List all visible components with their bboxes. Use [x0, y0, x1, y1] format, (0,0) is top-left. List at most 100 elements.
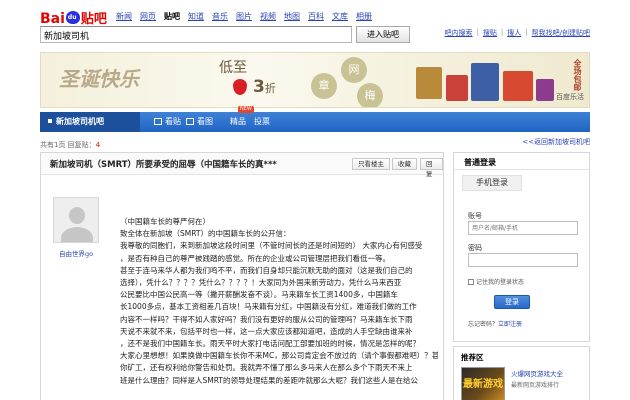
separator: |: [525, 28, 528, 36]
search-options: 吧内搜索 | 搜贴 | 搜人 | 帮我找吧/创建贴吧: [445, 28, 590, 38]
sale-bag-icon: [503, 71, 533, 101]
register-link[interactable]: 立即注册: [498, 321, 522, 328]
logo-tieba-text: 贴吧: [80, 12, 107, 27]
enter-tieba-button[interactable]: 进入贴吧: [356, 26, 410, 43]
post-line: ，是否有种自己的尊严被践踏的感觉。所在的企业或公司管理层把我们看低一等。: [120, 253, 390, 263]
remember-checkbox[interactable]: [468, 279, 474, 285]
post-author: 自由世界go: [51, 197, 101, 258]
post-line: 致全体在新加坡（SMRT）的中国籍车长的公开信：: [120, 229, 291, 239]
post-line: ，还不是我们中国籍车长。雨天平时大家打电话问配工部要加班的时候，情况是怎样的呢？: [120, 339, 420, 349]
banner-circle-badge: 梅: [357, 83, 383, 107]
topnav-item-tieba[interactable]: 贴吧: [164, 11, 180, 22]
tab-vote[interactable]: 投票: [254, 112, 270, 132]
login-button[interactable]: 登录: [494, 295, 530, 309]
banner-circle-badge: 网: [341, 57, 367, 83]
topnav-item-album[interactable]: 相册: [356, 11, 372, 22]
banner-brand: 百度乐活: [556, 93, 584, 101]
forgot-password-link[interactable]: 忘记密码？: [468, 321, 498, 328]
post-line: 公民要比中国公民高一等（撇开薪酬发奋不谈）。马来籍车长工资1400多，中国籍车: [120, 290, 398, 300]
topnav-item-zhidao[interactable]: 知道: [188, 11, 204, 22]
banner-price: 3折: [253, 77, 276, 97]
forum-title-link[interactable]: 新加坡司机吧: [40, 112, 140, 132]
post-line: 班是什么理由？同样是人SMRT的领导处理结果的差距咋就那么大呢？我们这些人是在给…: [120, 375, 418, 385]
tab-common-login[interactable]: 普通登录: [464, 157, 496, 168]
post-line: （中国籍车长的尊严何在）: [120, 217, 210, 226]
remember-label: 记住我的登录状态: [476, 279, 525, 286]
topnav-item-images[interactable]: 图片: [236, 11, 252, 22]
post-line: 天说不来就不来，包括平时也一样，这一点大家应该都知道吧，造成的人手空缺由谁来补: [120, 326, 413, 336]
search-in-forum-link[interactable]: 吧内搜索: [445, 28, 473, 38]
account-label: 账号: [468, 212, 482, 220]
separator: |: [500, 28, 504, 36]
thread-titlebar: 新加坡司机（SMRT）所要承受的屈辱（中国籍车长的真*** 只看楼主 收藏 回复: [41, 153, 443, 178]
tab-images[interactable]: 看图: [186, 112, 213, 132]
game-subtitle: 最新网页游戏排行: [511, 382, 560, 389]
top-nav: 新闻 网页 贴吧 知道 音乐 图片 视频 地图 百科 文库 相册: [116, 11, 372, 22]
search-input[interactable]: 新加坡司机: [40, 26, 352, 43]
page-info: 共有1页 回复贴：4: [40, 140, 100, 150]
post-line: 长1000多点，基本工资相差几百块！马来籍有分红，中国籍没有分红，难道我们做的工…: [120, 302, 417, 312]
post-line: 选择），凭什么？？？？凭什么？？？？！大家同为外国来新劳动力，凭什么马来西亚: [120, 278, 402, 288]
post-line: 大家心里想想！如果换做中国籍车长你不来MC，那公司肯定会不放过的（请个事假都难吧…: [120, 351, 438, 361]
topnav-item-news[interactable]: 新闻: [116, 11, 132, 22]
strawberry-icon: [233, 79, 247, 95]
separator: |: [476, 28, 479, 36]
page-info-text: 共有1页 回复贴：: [40, 141, 96, 149]
document-icon: [154, 118, 162, 125]
topnav-item-map[interactable]: 地图: [284, 11, 300, 22]
topnav-item-wenku[interactable]: 文库: [332, 11, 348, 22]
image-icon: [186, 118, 194, 125]
gift-box-icon: [536, 79, 554, 101]
avatar[interactable]: [53, 197, 99, 243]
banner-low-price-text: 低至: [219, 60, 247, 76]
tab-phone-login[interactable]: 手机登录: [462, 175, 522, 191]
post-line: 我尊敬的同胞们，来到新加坡这段时间里（不管时间长的还是时间短的） 大家内心有何感…: [120, 241, 423, 251]
create-forum-link[interactable]: 帮我找吧/创建贴吧: [532, 28, 590, 38]
thread-title: 新加坡司机（SMRT）所要承受的屈辱（中国籍车长的真***: [50, 160, 277, 170]
banner-price-unit: 折: [264, 82, 276, 95]
tab-posts-label: 看贴: [165, 117, 181, 126]
search-people-link[interactable]: 搜人: [507, 28, 521, 38]
favorite-button[interactable]: 收藏: [392, 158, 417, 170]
banner-script-text: 圣诞快乐: [59, 67, 139, 91]
gift-box-icon: [416, 67, 442, 99]
thread-post: 新加坡司机（SMRT）所要承受的屈辱（中国籍车长的真*** 只看楼主 收藏 回复…: [40, 152, 444, 400]
password-field[interactable]: [468, 253, 578, 267]
game-title-link[interactable]: 火爆网页游戏大全: [511, 368, 563, 378]
christmas-banner-ad[interactable]: 圣诞快乐 低至 3折 章 网 梅 全场包邮 百度乐活: [40, 52, 590, 108]
recommend-box: 推荐区 最新游戏 火爆网页游戏大全 最新网页游戏排行: [453, 346, 590, 400]
game-thumbnail[interactable]: 最新游戏: [461, 367, 505, 400]
logo-bai-text: Bai: [40, 11, 65, 27]
back-to-forum-link[interactable]: <<返回新加坡司机吧: [522, 137, 590, 147]
gift-box-icon: [446, 75, 468, 101]
topnav-item-web[interactable]: 网页: [140, 11, 156, 22]
baidu-paw-icon: [65, 11, 80, 24]
post-content: （中国籍车长的尊严何在） 致全体在新加坡（SMRT）的中国籍车长的公开信： 我尊…: [120, 216, 438, 387]
tab-posts[interactable]: 看贴: [154, 112, 181, 132]
banner-side-text: 全场包邮: [573, 59, 582, 91]
password-label: 密码: [468, 244, 482, 252]
reply-count: 4: [95, 141, 101, 149]
topnav-item-baike[interactable]: 百科: [308, 11, 324, 22]
shopping-bag-icon: [471, 63, 499, 101]
forgot-row: 忘记密码？立即注册: [468, 319, 522, 328]
recommend-title: 推荐区: [461, 353, 484, 362]
account-field[interactable]: [468, 221, 578, 235]
author-name-link[interactable]: 自由世界go: [51, 248, 101, 258]
reply-button[interactable]: 回复: [420, 158, 443, 178]
only-op-button[interactable]: 只看楼主: [352, 158, 390, 170]
banner-price-value: 3: [253, 77, 265, 97]
baidu-tieba-logo[interactable]: Bai 贴吧: [40, 8, 112, 27]
search-posts-link[interactable]: 搜贴: [483, 28, 497, 38]
remember-me[interactable]: 记住我的登录状态: [468, 277, 524, 286]
tab-images-label: 看图: [197, 117, 213, 126]
banner-circle-badge: 章: [311, 73, 337, 99]
topnav-item-music[interactable]: 音乐: [212, 11, 228, 22]
topnav-item-video[interactable]: 视频: [260, 11, 276, 22]
post-line: 内容不一样吗？干得不如人家好吗？我们没有更好的服从公司的管理吗？马来籍车长下雨: [120, 314, 413, 324]
login-box: 普通登录 手机登录 账号 密码 记住我的登录状态 登录 忘记密码？立即注册: [453, 152, 590, 342]
post-line: 甚至于连马来华人都为我们鸣不平，而我们自身却只能沉默无助的面对（这是我们自己的: [120, 265, 413, 275]
forum-navbar: 新加坡司机吧 看贴 看图 NEW 精品 投票: [40, 106, 590, 132]
post-line: 你矿工，还有权利给你警告和处罚。我就弄不懂了那么多马来人在那么多个下雨天不来上: [120, 363, 413, 373]
tab-featured[interactable]: 精品: [230, 112, 246, 132]
